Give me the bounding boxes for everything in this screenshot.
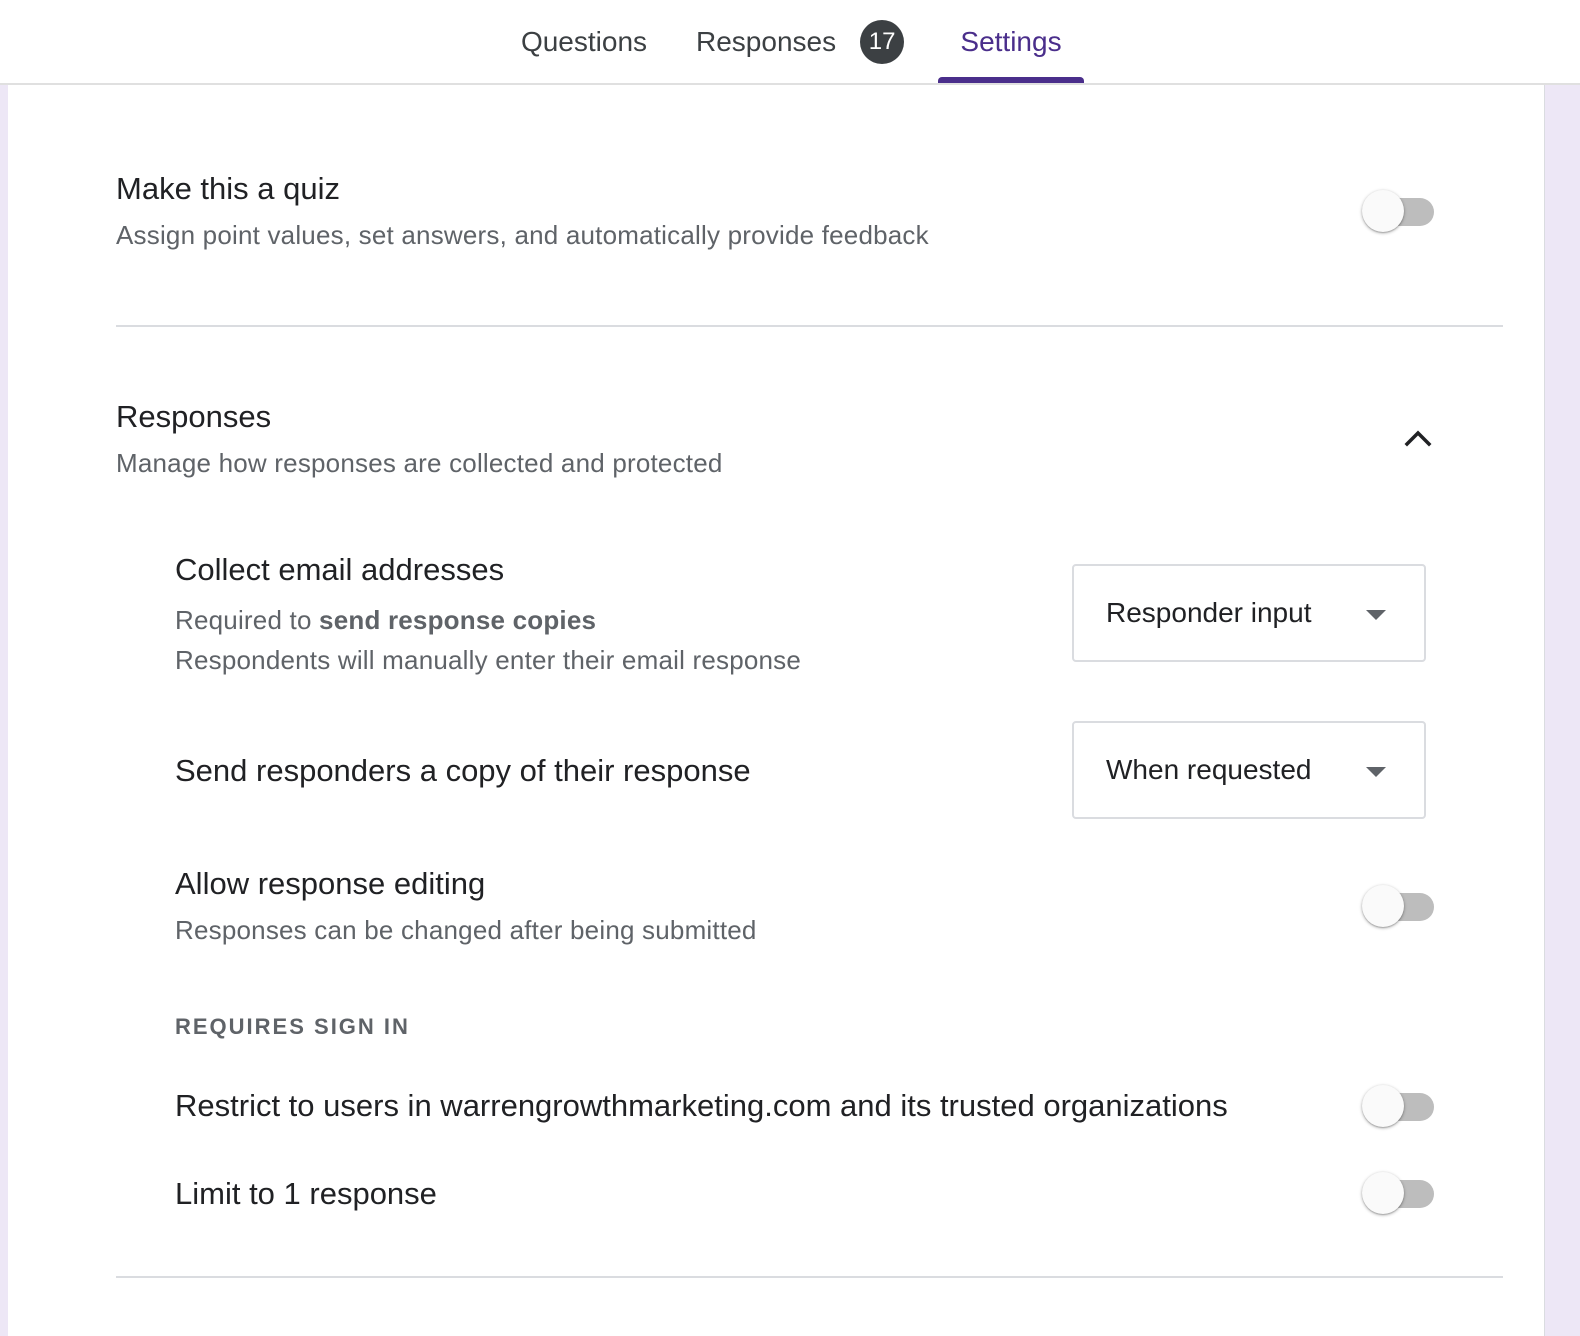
tab-responses-label: Responses xyxy=(696,25,837,57)
toggle-knob xyxy=(1362,1085,1404,1127)
collect-email-selected-value: Responder input xyxy=(1106,597,1312,628)
toggle-knob xyxy=(1362,190,1404,232)
limit-response-toggle[interactable] xyxy=(1360,1172,1438,1216)
restrict-users-toggle[interactable] xyxy=(1360,1085,1438,1129)
quiz-title: Make this a quiz xyxy=(116,171,340,206)
responses-section-title: Responses xyxy=(116,399,272,434)
allow-editing-toggle[interactable] xyxy=(1360,885,1438,929)
responses-section-description: Manage how responses are collected and p… xyxy=(116,448,723,478)
section-divider xyxy=(116,325,1503,327)
tab-responses[interactable]: Responses 17 xyxy=(696,0,910,83)
send-copy-dropdown[interactable]: When requested xyxy=(1072,721,1426,819)
restrict-users-title: Restrict to users in warrengrowthmarketi… xyxy=(175,1088,1228,1123)
send-copy-selected-value: When requested xyxy=(1106,754,1312,785)
tab-settings-label: Settings xyxy=(960,25,1062,57)
collect-email-requirement-prefix: Required to xyxy=(175,605,320,635)
tab-questions-label: Questions xyxy=(520,25,648,57)
collapse-chevron-up-icon[interactable] xyxy=(1398,419,1438,459)
limit-response-title: Limit to 1 response xyxy=(175,1176,437,1211)
quiz-toggle[interactable] xyxy=(1360,190,1438,234)
page-background-right xyxy=(1544,85,1580,1336)
responses-count-badge: 17 xyxy=(860,19,905,64)
requires-sign-in-label: REQUIRES SIGN IN xyxy=(175,1014,410,1039)
page-background-left xyxy=(0,85,8,1336)
section-divider-bottom xyxy=(116,1276,1503,1278)
allow-editing-description: Responses can be changed after being sub… xyxy=(175,915,757,945)
settings-card: Make this a quiz Assign point values, se… xyxy=(8,85,1544,1336)
toggle-knob xyxy=(1362,1172,1404,1214)
collect-email-requirement: Required to send response copies xyxy=(175,605,596,636)
tab-bar: Questions Responses 17 Settings xyxy=(0,0,1580,85)
tab-questions[interactable]: Questions xyxy=(515,0,653,83)
tab-settings[interactable]: Settings xyxy=(938,0,1084,83)
send-copy-title: Send responders a copy of their response xyxy=(175,753,751,788)
toggle-knob xyxy=(1362,885,1404,927)
active-tab-indicator xyxy=(938,77,1084,83)
dropdown-arrow-icon xyxy=(1366,610,1386,620)
collect-email-description: Respondents will manually enter their em… xyxy=(175,645,802,675)
quiz-description: Assign point values, set answers, and au… xyxy=(116,220,929,250)
send-response-copies-emphasis: send response copies xyxy=(319,605,597,635)
dropdown-arrow-icon xyxy=(1366,767,1386,777)
collect-email-title: Collect email addresses xyxy=(175,552,505,587)
collect-email-dropdown[interactable]: Responder input xyxy=(1072,564,1426,662)
allow-editing-title: Allow response editing xyxy=(175,866,486,901)
